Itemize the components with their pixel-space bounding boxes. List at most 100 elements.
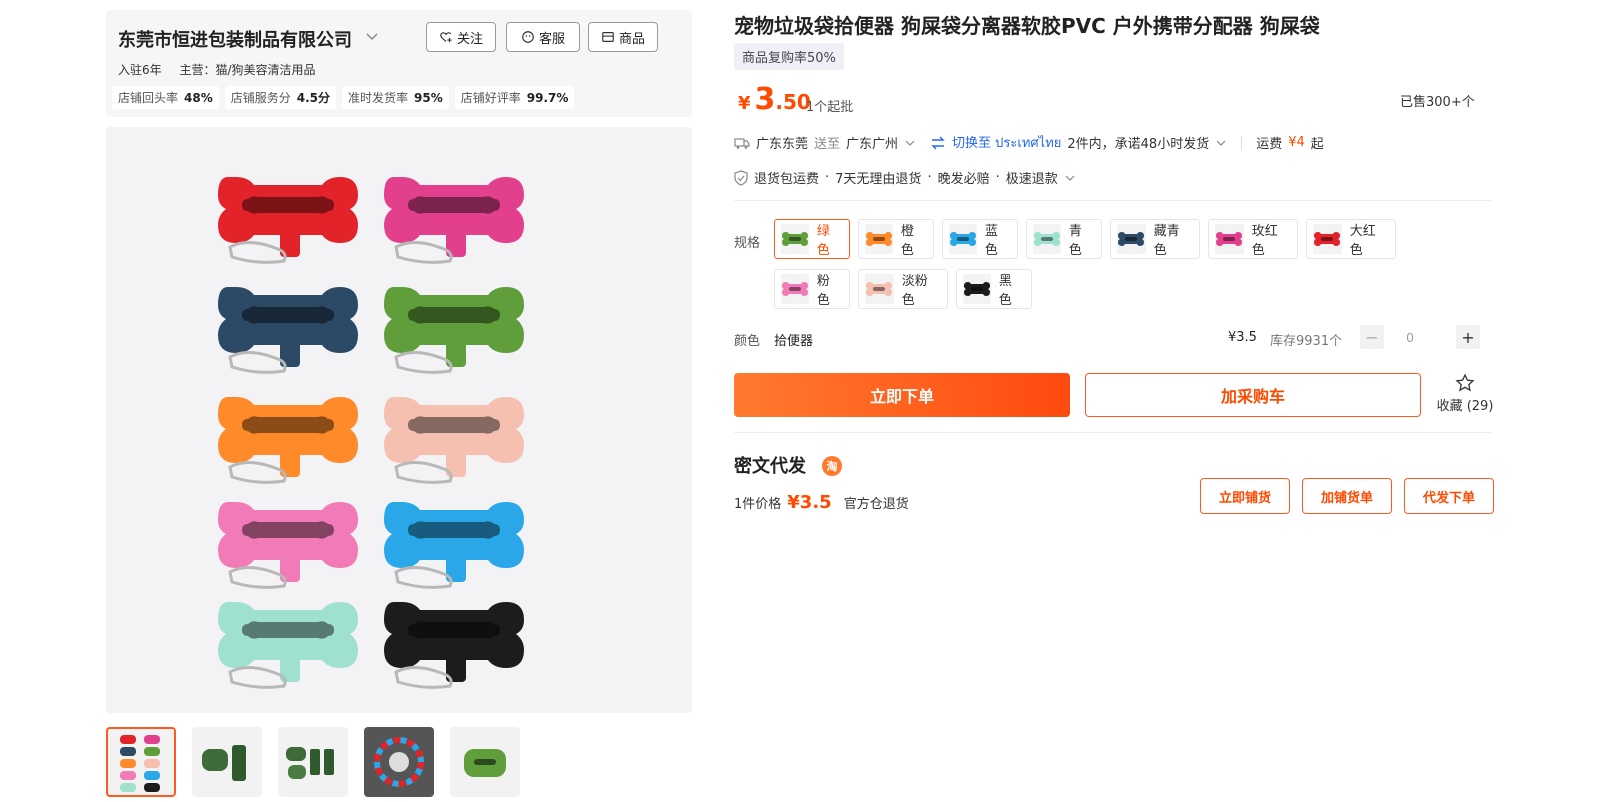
- dropship-return-note: 官方仓退货: [843, 497, 909, 512]
- spec-option-label: 青色: [1068, 224, 1082, 258]
- bone-dispenser-淡粉色: [384, 397, 524, 484]
- chevron-down-icon[interactable]: [904, 137, 916, 149]
- ship-to[interactable]: 广东广州: [846, 133, 898, 152]
- dropship-title: 密文代发: [734, 456, 806, 477]
- qty-increase-button[interactable]: +: [1456, 325, 1480, 349]
- taobao-badge-icon: 淘: [822, 456, 842, 476]
- shop-stats: 店铺回头率 48% 店铺服务分 4.5分 准时发货率 95% 店铺好评率 99.7%: [112, 86, 575, 109]
- favorite-label: 收藏 (29): [1436, 399, 1494, 414]
- truck-icon: [734, 137, 750, 149]
- thumbnail-2[interactable]: [192, 727, 262, 797]
- qty-decrease-button[interactable]: −: [1360, 325, 1384, 349]
- customer-service-label: 客服: [538, 31, 565, 47]
- fee-suffix: 起: [1310, 137, 1324, 152]
- dropship-order-button[interactable]: 代发下单: [1404, 478, 1494, 514]
- service-item: 晚发必赔: [937, 172, 990, 187]
- favorite-button[interactable]: 收藏 (29): [1430, 373, 1500, 414]
- fee-value: ¥4: [1288, 135, 1305, 150]
- bone-dispenser-大红色: [218, 177, 358, 264]
- bone-dispenser-青色: [218, 602, 358, 689]
- quantity-input[interactable]: [1395, 326, 1425, 350]
- heart-plus-icon: [440, 32, 452, 43]
- add-listing-button[interactable]: 加铺货单: [1302, 478, 1392, 514]
- shield-check-icon: [734, 169, 748, 186]
- service-row[interactable]: 退货包运费 · 7天无理由退货 · 晚发必赔 · 极速退款: [734, 168, 1076, 187]
- chevron-down-icon[interactable]: [1215, 137, 1227, 149]
- spec-option-藏青色[interactable]: 藏青色: [1110, 219, 1200, 259]
- spec-option-粉色[interactable]: 粉色: [774, 269, 850, 309]
- main-product-image[interactable]: [106, 127, 692, 713]
- spec-option-label: 橙色: [900, 224, 914, 258]
- list-now-button[interactable]: 立即铺货: [1200, 478, 1290, 514]
- thumbnail-4-image: [364, 727, 434, 797]
- goods-label: 商品: [618, 31, 645, 47]
- spec-option-蓝色[interactable]: 蓝色: [942, 219, 1018, 259]
- divider: [734, 432, 1492, 433]
- thumbnail-2-image: [202, 745, 246, 781]
- dropship-price: ¥3.5: [787, 492, 832, 513]
- shop-years: 入驻6年: [118, 63, 162, 77]
- bone-dispenser-藏青色: [218, 287, 358, 374]
- thumbnail-5-image: [464, 749, 506, 777]
- buy-now-button[interactable]: 立即下单: [734, 373, 1070, 417]
- stat-service-score: 店铺服务分 4.5分: [224, 86, 337, 109]
- spec-option-玫红色[interactable]: 玫红色: [1208, 219, 1298, 259]
- spec-option-label: 大红色: [1349, 224, 1376, 258]
- variant-price: ¥3.5: [1228, 330, 1257, 345]
- price: ¥ 3.50: [738, 82, 811, 117]
- spec-option-label: 绿色: [816, 224, 830, 258]
- bone-dispenser-橙色: [218, 397, 358, 484]
- service-item: 退货包运费: [754, 172, 820, 187]
- add-to-cart-button[interactable]: 加采购车: [1085, 373, 1421, 417]
- spec-option-thumb: [1313, 224, 1342, 254]
- spec-option-thumb: [1117, 224, 1146, 254]
- fee-label: 运费: [1256, 137, 1283, 152]
- shop-main-business: 主营：猫/狗美容清洁用品: [179, 63, 316, 77]
- thumbnail-5[interactable]: [450, 727, 520, 797]
- bone-dispenser-玫红色: [384, 177, 524, 264]
- follow-label: 关注: [456, 31, 483, 47]
- spec-option-大红色[interactable]: 大红色: [1306, 219, 1396, 259]
- spec-option-绿色[interactable]: 绿色: [774, 219, 850, 259]
- spec-option-label: 蓝色: [984, 224, 998, 258]
- shop-name[interactable]: 东莞市恒进包装制品有限公司: [118, 26, 352, 52]
- spec-option-label: 淡粉色: [901, 274, 928, 308]
- spec-option-thumb: [949, 224, 977, 254]
- sold-count: 已售300+个: [1400, 95, 1475, 110]
- spec-option-黑色[interactable]: 黑色: [956, 269, 1032, 309]
- spec-option-淡粉色[interactable]: 淡粉色: [858, 269, 948, 309]
- price-currency: ¥: [738, 93, 751, 114]
- ship-from: 广东东莞: [756, 137, 809, 152]
- spec-option-thumb: [1033, 224, 1061, 254]
- min-order: 1个起批: [806, 100, 854, 115]
- chevron-down-icon[interactable]: [1064, 172, 1076, 184]
- spec-option-label: 玫红色: [1251, 224, 1278, 258]
- shop-card: 东莞市恒进包装制品有限公司 关注 客服 商品 入驻6年 主营：猫/狗美容清洁用品…: [106, 10, 692, 117]
- dot-separator: ·: [995, 170, 1000, 185]
- chevron-down-icon[interactable]: [364, 28, 380, 44]
- stat-repeat-rate: 店铺回头率 48%: [112, 86, 219, 109]
- thumbnail-3-image: [286, 747, 334, 779]
- spec-option-青色[interactable]: 青色: [1026, 219, 1102, 259]
- thumbnail-4[interactable]: [364, 727, 434, 797]
- dot-separator: ·: [825, 170, 830, 185]
- dropship-price-label: 1件价格: [734, 497, 782, 512]
- switch-region-link[interactable]: 切换至 ประเทศไทย: [952, 132, 1061, 153]
- shipping-row: 广东东莞 送至 广东广州 切换至 ประเทศไทย 2件内，承诺48小时发货 …: [734, 132, 1324, 153]
- spec-option-thumb: [1215, 224, 1244, 254]
- bone-dispenser-黑色: [384, 602, 524, 689]
- dropship-price-row: 1件价格 ¥3.5 官方仓退货: [734, 492, 909, 513]
- swap-icon: [931, 136, 945, 149]
- thumbnail-3[interactable]: [278, 727, 348, 797]
- stat-ontime-rate: 准时发货率 95%: [342, 86, 449, 109]
- spec-option-橙色[interactable]: 橙色: [858, 219, 934, 259]
- follow-button[interactable]: 关注: [426, 22, 496, 52]
- goods-button[interactable]: 商品: [588, 22, 658, 52]
- spec-label: 规格: [734, 236, 761, 251]
- spec-option-label: 黑色: [998, 274, 1012, 308]
- customer-service-button[interactable]: 客服: [506, 22, 580, 52]
- thumbnail-1[interactable]: [106, 727, 176, 797]
- spec-option-label: 藏青色: [1153, 224, 1180, 258]
- star-icon: [1455, 373, 1475, 392]
- ship-promise: 2件内，承诺48小时发货: [1067, 137, 1210, 152]
